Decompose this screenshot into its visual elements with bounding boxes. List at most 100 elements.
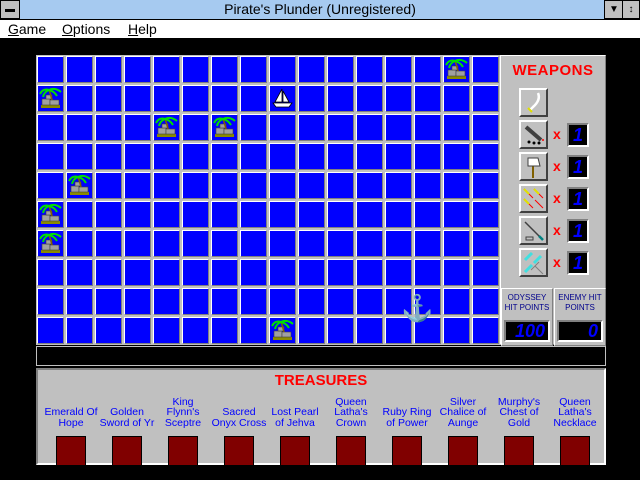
sea-cell[interactable] xyxy=(326,84,355,113)
sea-cell[interactable] xyxy=(94,200,123,229)
sea-cell[interactable] xyxy=(268,84,297,113)
sea-cell[interactable] xyxy=(326,200,355,229)
sea-cell[interactable] xyxy=(181,84,210,113)
sea-cell[interactable] xyxy=(297,171,326,200)
sea-cell[interactable] xyxy=(471,142,500,171)
sea-cell[interactable] xyxy=(36,316,65,345)
sea-cell[interactable] xyxy=(471,229,500,258)
sea-cell[interactable] xyxy=(355,200,384,229)
sea-cell[interactable] xyxy=(239,316,268,345)
sea-cell[interactable] xyxy=(36,258,65,287)
sea-cell[interactable] xyxy=(239,200,268,229)
sea-cell[interactable] xyxy=(152,229,181,258)
weapon-cannon-button[interactable] xyxy=(519,120,548,149)
sea-cell[interactable] xyxy=(239,84,268,113)
sea-cell[interactable] xyxy=(268,258,297,287)
sea-cell[interactable] xyxy=(123,200,152,229)
sea-cell[interactable] xyxy=(65,113,94,142)
sea-cell[interactable] xyxy=(297,229,326,258)
sea-cell[interactable] xyxy=(442,84,471,113)
sea-cell[interactable] xyxy=(471,84,500,113)
sea-cell[interactable] xyxy=(65,258,94,287)
sea-cell[interactable] xyxy=(326,287,355,316)
sea-cell[interactable] xyxy=(94,142,123,171)
sea-cell[interactable] xyxy=(65,316,94,345)
sea-cell[interactable] xyxy=(413,84,442,113)
sea-cell[interactable] xyxy=(65,200,94,229)
sea-cell[interactable] xyxy=(384,84,413,113)
sea-cell[interactable] xyxy=(442,316,471,345)
sea-cell[interactable] xyxy=(94,171,123,200)
sea-cell[interactable] xyxy=(239,258,268,287)
sea-cell[interactable] xyxy=(442,258,471,287)
sea-cell[interactable] xyxy=(152,142,181,171)
sea-cell[interactable] xyxy=(326,171,355,200)
sea-cell[interactable] xyxy=(65,142,94,171)
sea-cell[interactable] xyxy=(36,287,65,316)
weapon-daggers-button[interactable] xyxy=(519,248,548,277)
weapon-harpoon-button[interactable] xyxy=(519,216,548,245)
sea-cell[interactable] xyxy=(442,142,471,171)
sea-cell[interactable] xyxy=(181,287,210,316)
sea-cell[interactable] xyxy=(384,200,413,229)
sea-cell[interactable] xyxy=(326,55,355,84)
sea-cell[interactable] xyxy=(355,171,384,200)
sea-cell[interactable] xyxy=(239,55,268,84)
sea-cell[interactable] xyxy=(210,200,239,229)
sea-cell[interactable] xyxy=(210,55,239,84)
sea-cell[interactable] xyxy=(355,229,384,258)
sea-cell[interactable] xyxy=(384,113,413,142)
sea-cell[interactable] xyxy=(471,55,500,84)
sea-cell[interactable] xyxy=(268,55,297,84)
sea-cell[interactable] xyxy=(297,142,326,171)
sea-cell[interactable] xyxy=(442,200,471,229)
sea-cell[interactable] xyxy=(65,55,94,84)
system-menu-button[interactable]: ▬ xyxy=(0,0,20,19)
sea-cell[interactable] xyxy=(65,229,94,258)
sea-cell[interactable] xyxy=(210,142,239,171)
sea-cell[interactable] xyxy=(152,287,181,316)
sea-cell[interactable] xyxy=(442,171,471,200)
sea-cell[interactable] xyxy=(355,258,384,287)
sea-cell[interactable] xyxy=(297,55,326,84)
sea-cell[interactable] xyxy=(94,113,123,142)
sea-cell[interactable] xyxy=(442,287,471,316)
sea-cell[interactable] xyxy=(210,84,239,113)
sea-cell[interactable] xyxy=(152,171,181,200)
sea-cell[interactable] xyxy=(413,258,442,287)
sea-cell[interactable] xyxy=(123,258,152,287)
sea-cell[interactable] xyxy=(36,229,65,258)
sea-cell[interactable] xyxy=(123,142,152,171)
sea-cell[interactable] xyxy=(94,84,123,113)
weapon-fire-arrows-button[interactable] xyxy=(519,184,548,213)
menu-options[interactable]: Options xyxy=(62,20,110,38)
sea-cell[interactable] xyxy=(413,316,442,345)
sea-cell[interactable] xyxy=(355,113,384,142)
sea-cell[interactable] xyxy=(384,55,413,84)
sea-cell[interactable] xyxy=(152,258,181,287)
weapon-cutlass-button[interactable] xyxy=(519,88,548,117)
sea-cell[interactable] xyxy=(152,84,181,113)
sea-cell[interactable] xyxy=(326,113,355,142)
sea-cell[interactable] xyxy=(94,258,123,287)
sea-cell[interactable] xyxy=(152,113,181,142)
sea-cell[interactable] xyxy=(384,316,413,345)
sea-cell[interactable] xyxy=(413,142,442,171)
sea-cell[interactable] xyxy=(297,113,326,142)
sea-cell[interactable] xyxy=(210,171,239,200)
sea-cell[interactable] xyxy=(36,200,65,229)
sea-cell[interactable] xyxy=(94,287,123,316)
sea-cell[interactable] xyxy=(355,55,384,84)
sea-cell[interactable] xyxy=(94,316,123,345)
sea-cell[interactable] xyxy=(268,316,297,345)
sea-cell[interactable] xyxy=(123,55,152,84)
sea-cell[interactable] xyxy=(268,229,297,258)
sea-cell[interactable] xyxy=(268,113,297,142)
maximize-button[interactable]: ↕ xyxy=(622,0,640,19)
sea-cell[interactable] xyxy=(239,287,268,316)
sea-cell[interactable] xyxy=(384,287,413,316)
sea-cell[interactable] xyxy=(384,229,413,258)
sea-cell[interactable] xyxy=(442,113,471,142)
sea-cell[interactable] xyxy=(442,229,471,258)
sea-cell[interactable] xyxy=(123,84,152,113)
